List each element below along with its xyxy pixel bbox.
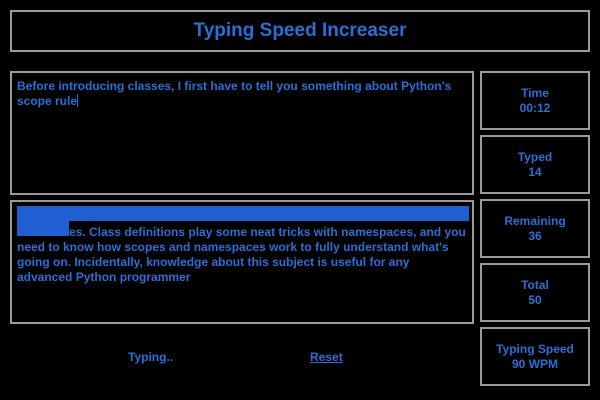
total-stat-panel: Total 50 xyxy=(480,263,590,322)
reset-link[interactable]: Reset xyxy=(310,350,343,364)
text-cursor xyxy=(77,94,79,107)
speed-label: Typing Speed xyxy=(496,341,574,356)
typed-value: 14 xyxy=(528,164,542,179)
total-label: Total xyxy=(521,277,549,292)
time-stat-panel: Time 00:12 xyxy=(480,71,590,130)
typing-input-area[interactable]: Before introducing classes, I first have… xyxy=(10,71,474,195)
speed-stat-panel: Typing Speed 90 WPM xyxy=(480,327,590,386)
current-line-highlight xyxy=(17,206,469,221)
typed-text: Before introducing classes, I first have… xyxy=(17,79,467,109)
time-value: 00:12 xyxy=(519,100,551,115)
typed-text-content: Before introducing classes, I first have… xyxy=(17,79,452,108)
typed-stat-panel: Typed 14 xyxy=(480,135,590,194)
time-label: Time xyxy=(521,85,549,100)
source-text: es. Class definitions play some neat tri… xyxy=(17,225,467,285)
app-title: Typing Speed Increaser xyxy=(193,20,407,41)
source-text-content: es. Class definitions play some neat tri… xyxy=(17,225,466,284)
typing-status: Typing.. xyxy=(128,350,174,364)
source-text-area: es. Class definitions play some neat tri… xyxy=(10,200,474,324)
header-panel: Typing Speed Increaser xyxy=(10,10,590,52)
speed-value: 90 WPM xyxy=(511,356,558,371)
total-value: 50 xyxy=(528,292,542,307)
remaining-stat-panel: Remaining 36 xyxy=(480,199,590,258)
typed-label: Typed xyxy=(517,149,553,164)
remaining-label: Remaining xyxy=(504,213,566,228)
remaining-value: 36 xyxy=(528,228,542,243)
